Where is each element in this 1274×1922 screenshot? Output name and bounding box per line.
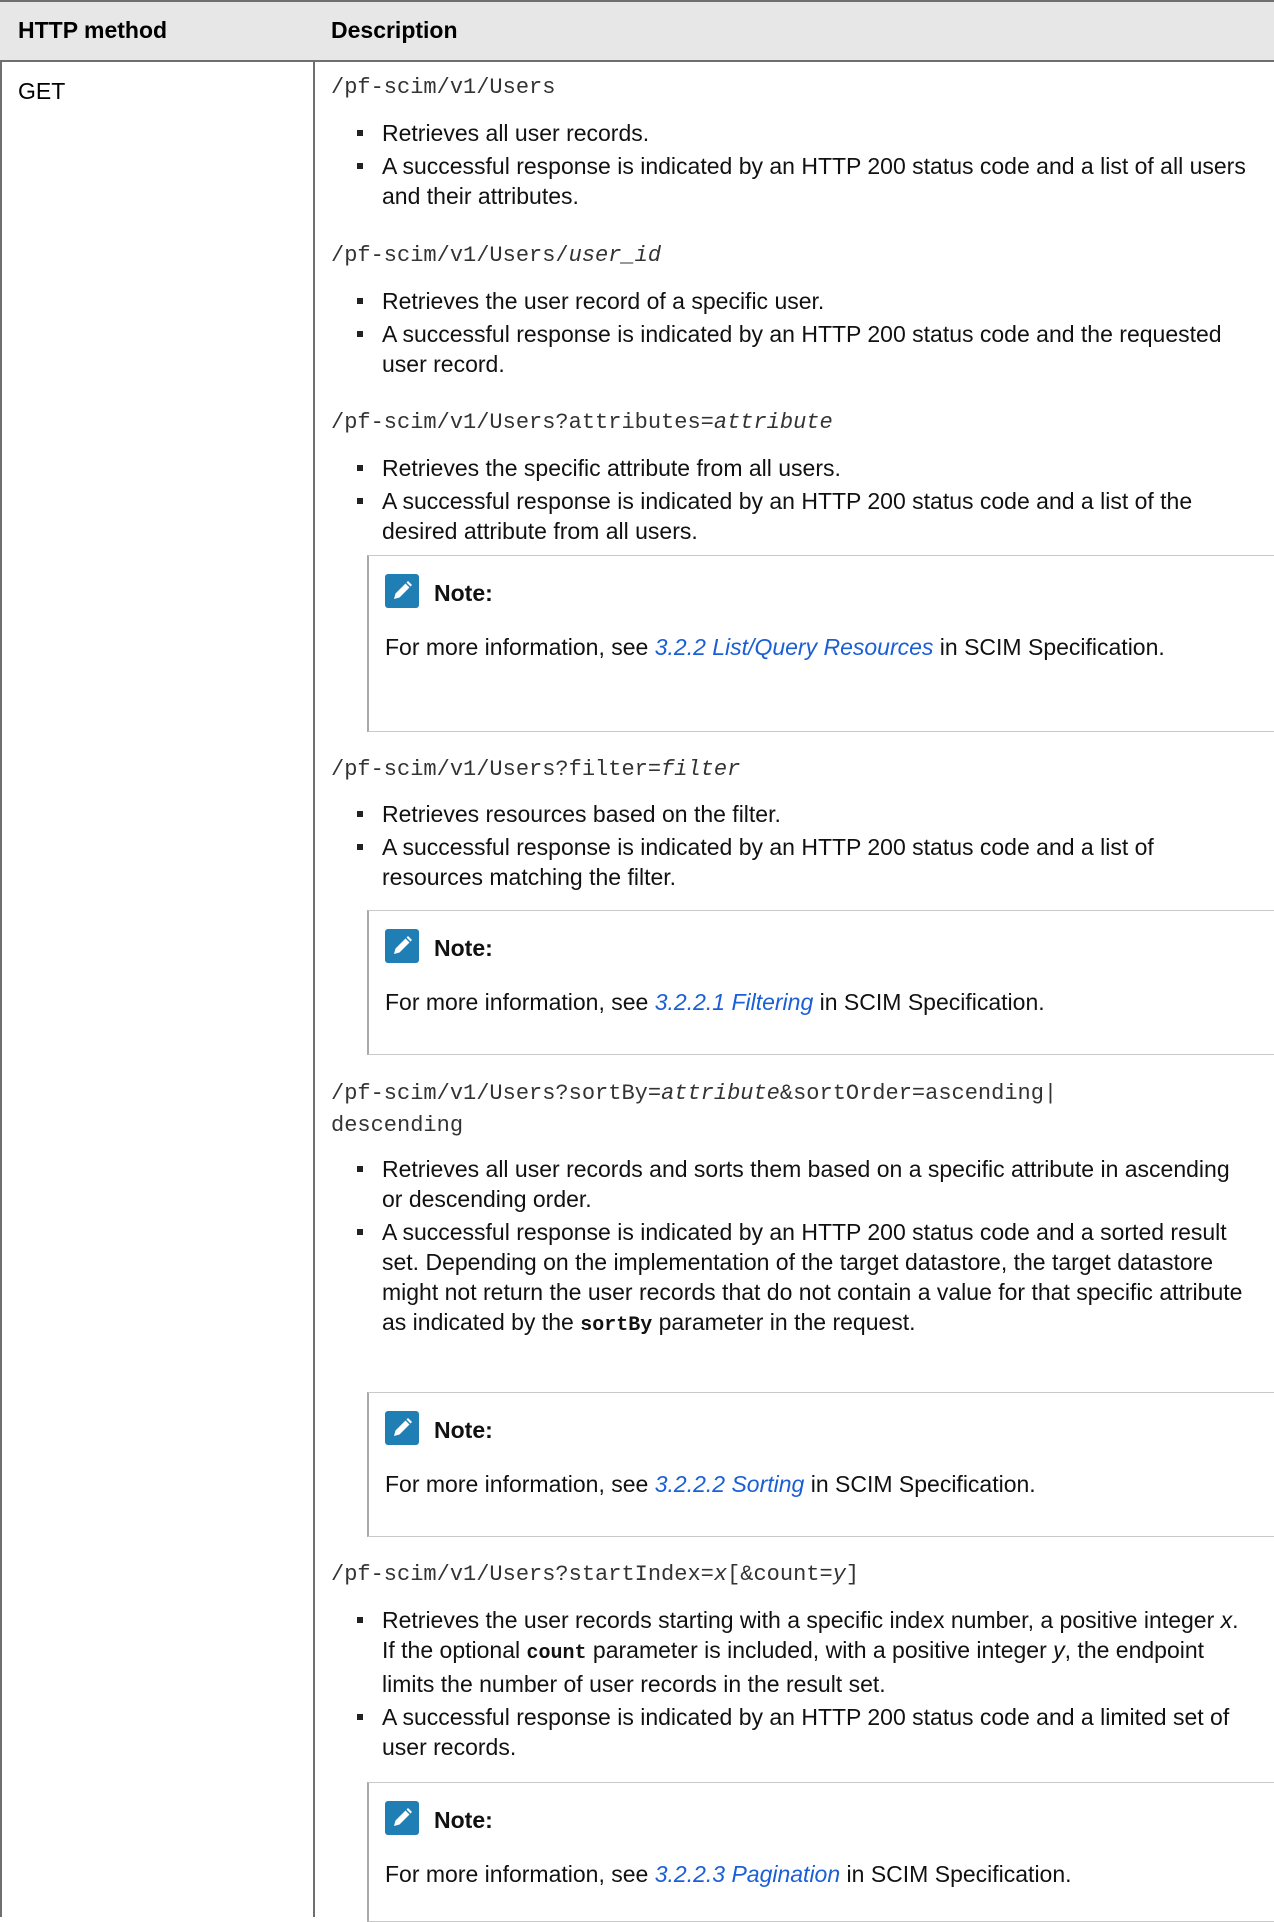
note-body: For more information, see 3.2.2.2 Sortin…: [385, 1468, 1185, 1500]
note-text: For more information, see: [385, 1861, 655, 1887]
list-item: A successful response is indicated by an…: [354, 1217, 1254, 1341]
endpoint-path: /pf-scim/v1/Users?startIndex=x[&count=y]: [331, 1562, 859, 1587]
list-item: A successful response is indicated by an…: [354, 832, 1254, 892]
note-text: For more information, see: [385, 634, 655, 660]
bullet-text: Retrieves the user records starting with…: [382, 1607, 1221, 1633]
endpoint-path: /pf-scim/v1/Users?filter=filter: [331, 757, 740, 782]
pencil-icon: [385, 1801, 419, 1835]
bullet-text: parameter in the request.: [652, 1309, 916, 1335]
path-text: /pf-scim/v1/Users: [331, 75, 556, 100]
bullet-list: Retrieves all user records and sorts the…: [354, 1154, 1254, 1344]
pencil-icon: [385, 574, 419, 608]
note-box: Note: For more information, see 3.2.2.1 …: [367, 910, 1274, 1055]
list-item: Retrieves the specific attribute from al…: [354, 453, 1254, 483]
path-variable: filter: [661, 757, 741, 782]
note-text: in SCIM Specification.: [933, 634, 1165, 660]
list-item: Retrieves the user record of a specific …: [354, 286, 1254, 316]
path-variable: x: [713, 1562, 728, 1587]
spec-link[interactable]: 3.2.2.2 Sorting: [655, 1471, 805, 1497]
list-item: A successful response is indicated by an…: [354, 319, 1254, 379]
path-variable: attribute: [661, 1081, 780, 1106]
table-column-divider: [313, 0, 315, 1917]
inline-code: count: [526, 1642, 587, 1665]
note-text: in SCIM Specification.: [840, 1861, 1072, 1887]
method-cell: GET: [18, 78, 66, 104]
pencil-icon: [385, 929, 419, 963]
path-text: /pf-scim/v1/Users?sortBy=: [331, 1081, 662, 1106]
list-item: A successful response is indicated by an…: [354, 151, 1254, 211]
path-text: /pf-scim/v1/Users?startIndex=: [331, 1562, 714, 1587]
list-item: Retrieves all user records and sorts the…: [354, 1154, 1254, 1214]
endpoint-path: /pf-scim/v1/Users?attributes=attribute: [331, 410, 833, 435]
note-title: Note:: [434, 580, 493, 606]
header-description: Description: [331, 17, 458, 43]
list-item: Retrieves all user records.: [354, 118, 1254, 148]
spec-link[interactable]: 3.2.2 List/Query Resources: [655, 634, 934, 660]
note-title: Note:: [434, 935, 493, 961]
note-text: in SCIM Specification.: [804, 1471, 1036, 1497]
list-item: A successful response is indicated by an…: [354, 486, 1254, 546]
note-box: Note: For more information, see 3.2.2.2 …: [367, 1392, 1274, 1537]
http-method-table: HTTP method Description GET /pf-scim/v1/…: [0, 0, 1274, 1922]
endpoint-path: /pf-scim/v1/Users?sortBy=attribute&sortO…: [331, 1078, 1057, 1142]
path-variable: attribute: [713, 410, 833, 435]
note-body: For more information, see 3.2.2.3 Pagina…: [385, 1858, 1185, 1890]
note-title: Note:: [434, 1807, 493, 1833]
path-text: ]: [845, 1562, 860, 1587]
path-variable: y: [832, 1562, 846, 1587]
note-text: For more information, see: [385, 1471, 655, 1497]
note-box: Note: For more information, see 3.2.2 Li…: [367, 555, 1274, 732]
note-box: Note: For more information, see 3.2.2.3 …: [367, 1782, 1274, 1922]
bullet-list: Retrieves the specific attribute from al…: [354, 453, 1254, 549]
note-body: For more information, see 3.2.2.1 Filter…: [385, 986, 1185, 1018]
path-text: [&count=: [727, 1562, 833, 1587]
table-left-border: [0, 0, 2, 1917]
list-item: Retrieves the user records starting with…: [354, 1605, 1254, 1699]
endpoint-path: /pf-scim/v1/Users: [331, 75, 555, 100]
path-text: /pf-scim/v1/Users?attributes=: [331, 410, 714, 435]
list-item: A successful response is indicated by an…: [354, 1702, 1254, 1762]
path-text: /pf-scim/v1/Users?filter=: [331, 757, 662, 782]
bullet-list: Retrieves resources based on the filter.…: [354, 799, 1254, 895]
path-text: descending: [331, 1113, 464, 1138]
math-variable: x: [1220, 1607, 1233, 1633]
math-variable: y: [1053, 1637, 1065, 1663]
inline-code: sortBy: [580, 1314, 653, 1337]
bullet-list: Retrieves the user records starting with…: [354, 1605, 1254, 1765]
endpoint-path: /pf-scim/v1/Users/user_id: [331, 243, 661, 268]
path-text: &sortOrder=ascending|: [779, 1081, 1058, 1106]
path-text: /pf-scim/v1/Users/: [331, 243, 569, 268]
bullet-text: parameter is included, with a positive i…: [586, 1637, 1054, 1663]
list-item: Retrieves resources based on the filter.: [354, 799, 1254, 829]
note-body: For more information, see 3.2.2 List/Que…: [385, 631, 1185, 663]
header-http-method: HTTP method: [18, 17, 168, 43]
pencil-icon: [385, 1411, 419, 1445]
bullet-list: Retrieves the user record of a specific …: [354, 286, 1254, 382]
table-header-row: HTTP method Description: [0, 0, 1274, 62]
note-text: in SCIM Specification.: [813, 989, 1045, 1015]
bullet-list: Retrieves all user records. A successful…: [354, 118, 1254, 214]
note-title: Note:: [434, 1417, 493, 1443]
path-variable: user_id: [568, 243, 662, 268]
note-text: For more information, see: [385, 989, 655, 1015]
spec-link[interactable]: 3.2.2.1 Filtering: [655, 989, 814, 1015]
spec-link[interactable]: 3.2.2.3 Pagination: [655, 1861, 840, 1887]
